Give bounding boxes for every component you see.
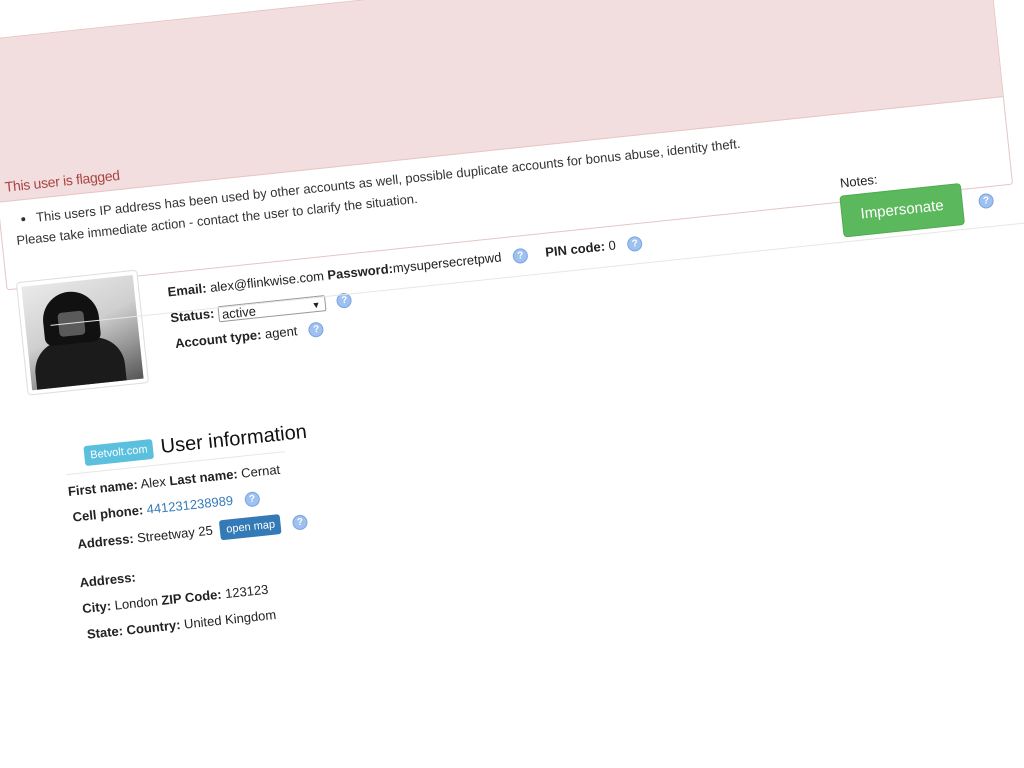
chevron-down-icon: ▼ [311,299,322,311]
country-label: Country: [125,617,182,638]
account-type-label: Account type: [174,326,263,351]
user-info-title: User information [159,420,308,459]
alert-title: This user is flagged [3,166,121,195]
first-name-label: First name: [67,476,139,499]
zip-value: 123123 [224,581,270,602]
country-value: United Kingdom [183,606,277,632]
email-label: Email: [166,280,208,300]
pin-value: 0 [607,237,617,254]
last-name-value: Cernat [240,461,281,481]
site-badge: Betvolt.com [83,438,155,466]
first-name-value: Alex [139,473,167,492]
account-type-value: agent [264,323,299,342]
cell-phone-label: Cell phone: [71,502,144,525]
avatar [15,269,150,396]
password-help-icon[interactable]: ? [512,247,529,265]
pin-label: PIN code: [544,238,606,260]
city-label: City: [81,598,112,617]
user-page: This user is flagged This users IP addre… [0,0,1024,746]
cell-phone-link[interactable]: 441231238989 [146,493,234,517]
address-label: Address: [76,530,135,552]
open-map-button[interactable]: open map [219,513,283,541]
account-type-row: Account type: agent ? [174,320,325,352]
pin-help-icon[interactable]: ? [626,235,644,253]
city-value: London [113,593,159,613]
avatar-image [21,275,144,391]
impersonate-help-icon[interactable]: ? [977,192,995,210]
password-label: Password: [326,260,394,283]
address-help-icon[interactable]: ? [291,513,309,531]
cell-phone-help-icon[interactable]: ? [243,491,261,508]
screen: This user is flagged This users IP addre… [0,0,1024,768]
address2-label: Address: [78,569,137,591]
address2-row: Address: [79,569,137,590]
state-label: State: [86,623,124,642]
account-type-help-icon[interactable]: ? [308,321,325,338]
status-select[interactable]: active ▼ [217,294,327,322]
last-name-label: Last name: [168,466,239,489]
password-value: mysupersecretpwd [392,249,503,276]
zip-label: ZIP Code: [160,586,223,608]
flagged-alert: This user is flagged This users IP addre… [0,0,1014,291]
address-value: Streetway 25 [136,522,214,546]
email-value: alex@flinkwise.com [209,268,325,295]
